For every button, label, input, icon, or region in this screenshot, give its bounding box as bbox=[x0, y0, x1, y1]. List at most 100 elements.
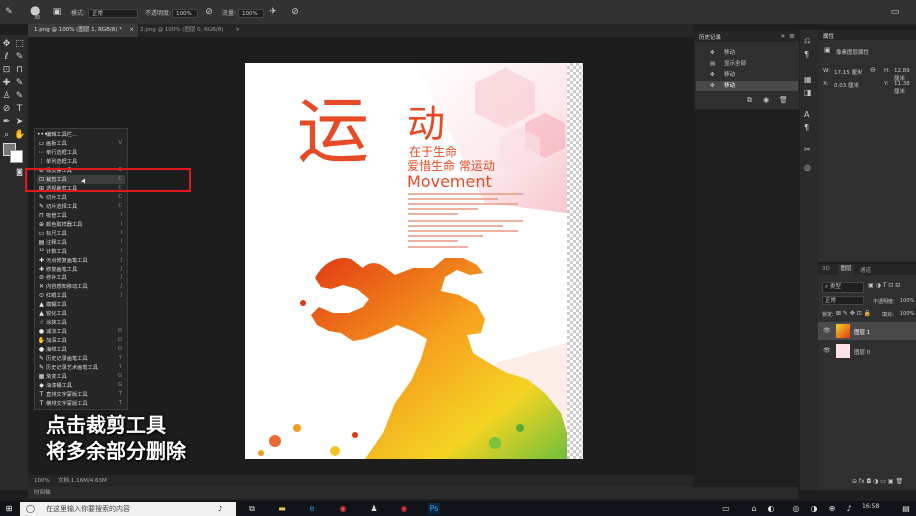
flyout-item[interactable]: ● 减淡工具 O bbox=[37, 327, 125, 336]
marquee-tool-icon[interactable]: ⬚ bbox=[14, 39, 25, 50]
browser-icon[interactable]: ◉ bbox=[337, 503, 349, 514]
camera-icon[interactable]: ◉ bbox=[763, 96, 769, 104]
stamp-tool-icon[interactable]: ♙ bbox=[1, 91, 12, 102]
flyout-item[interactable]: ⊕ 颜色取样器工具 I bbox=[37, 220, 125, 229]
flyout-item[interactable]: ▭ 画板工具 V bbox=[37, 139, 125, 148]
pressure-size-icon[interactable]: ⊘ bbox=[290, 7, 300, 17]
workspace-icon[interactable]: ▭ bbox=[890, 7, 900, 17]
flyout-item[interactable]: ⊓ 吸管工具 I bbox=[37, 211, 125, 220]
path-select-icon[interactable]: ➤ bbox=[14, 117, 25, 128]
flyout-item[interactable]: ⋮ 单列选框工具 bbox=[37, 157, 125, 166]
tray-icon[interactable]: ⊕ bbox=[826, 503, 838, 514]
taskbar-search-box[interactable]: ◯ 在这里输入你要搜索的内容 ♪ bbox=[20, 502, 236, 516]
history-panel-icon[interactable]: ⎌ bbox=[804, 36, 810, 46]
flyout-item[interactable]: ⋯ 单行选框工具 bbox=[37, 148, 125, 157]
tab-channels[interactable]: 通道 bbox=[860, 266, 871, 274]
properties-icon[interactable]: ▦ bbox=[804, 75, 812, 84]
flyout-item[interactable]: ▲ 模糊工具 bbox=[37, 300, 125, 309]
airbrush-icon[interactable]: ✈ bbox=[268, 7, 278, 17]
qq-icon[interactable]: ♟ bbox=[368, 503, 380, 514]
layer-footer-icons[interactable]: ⊖ fx ◘ ◑ ▭ ▣ 🗑 bbox=[852, 478, 903, 485]
windows-start-icon[interactable]: ⊞ bbox=[3, 503, 15, 514]
notification-icon[interactable]: ▤ bbox=[900, 503, 912, 514]
tab-layers[interactable]: 图层 bbox=[838, 264, 854, 275]
flyout-item[interactable]: ✚ 污点修复画笔工具 J bbox=[37, 256, 125, 265]
tray-app-icon[interactable]: ▭ bbox=[720, 503, 732, 514]
panel-menu-icon[interactable]: ≡ bbox=[789, 32, 795, 40]
trash-icon[interactable]: 🗑 bbox=[779, 96, 788, 104]
flyout-item[interactable]: ✎ 切片选择工具 C bbox=[37, 202, 125, 211]
flyout-item[interactable]: ▤ 注释工具 I bbox=[37, 238, 125, 247]
crop-tool-icon[interactable]: ⊡ bbox=[1, 65, 12, 76]
type-tool-icon[interactable]: T bbox=[14, 104, 25, 115]
flyout-item[interactable]: •••编辑工具栏... bbox=[37, 130, 125, 139]
flyout-item[interactable]: ☝ 涂抹工具 bbox=[37, 318, 125, 327]
flow-input[interactable]: 100% bbox=[238, 9, 264, 18]
layer-opacity-input[interactable]: 100% bbox=[900, 298, 914, 304]
hand-tool-icon[interactable]: ✋ bbox=[14, 130, 25, 141]
brush-tool-icon[interactable]: ✎ bbox=[14, 78, 25, 89]
flyout-item[interactable]: ✎ 历史记录艺术画笔工具 Y bbox=[37, 363, 125, 372]
y-input[interactable]: 11.38 厘米 bbox=[894, 81, 916, 95]
background-color-swatch[interactable] bbox=[10, 150, 23, 163]
pen-tool-icon[interactable]: ✒ bbox=[1, 117, 12, 128]
file-explorer-icon[interactable]: ▬ bbox=[276, 503, 288, 514]
layer-filter-select[interactable]: ⌕ 类型 bbox=[822, 282, 864, 293]
history-brush-icon[interactable]: ✎ bbox=[14, 91, 25, 102]
collapse-icon[interactable]: » bbox=[781, 32, 785, 40]
flyout-item[interactable]: ▭ 标尺工具 I bbox=[37, 229, 125, 238]
history-item[interactable]: ✥ 移动 bbox=[696, 70, 798, 80]
flyout-item[interactable]: ¹² 计数工具 I bbox=[37, 247, 125, 256]
brush-preset-icon[interactable]: ● bbox=[30, 4, 40, 16]
layer-row-selected[interactable]: 👁 图层 1 bbox=[818, 322, 916, 340]
layer-name[interactable]: 图层 1 bbox=[854, 328, 870, 336]
edge-browser-icon[interactable]: e bbox=[306, 503, 318, 514]
eye-icon[interactable]: 👁 bbox=[823, 327, 831, 334]
swatches-icon[interactable]: ◎ bbox=[804, 163, 811, 172]
mode-select[interactable]: 正常 bbox=[88, 9, 138, 18]
w-input[interactable]: 17.15 厘米 bbox=[834, 68, 863, 76]
eye-icon[interactable]: 👁 bbox=[823, 347, 831, 354]
tray-icon[interactable]: ◐ bbox=[765, 503, 777, 514]
flyout-item[interactable]: ✋加深工具 O bbox=[37, 336, 125, 345]
healing-tool-icon[interactable]: ✚ bbox=[1, 78, 12, 89]
snapshot-from-state-icon[interactable]: ⧉ bbox=[747, 96, 752, 105]
tray-icon[interactable]: ◑ bbox=[808, 503, 820, 514]
flyout-item[interactable]: ◆ 油漆桶工具 G bbox=[37, 381, 125, 390]
history-item-selected[interactable]: ✥ 移动 bbox=[696, 81, 798, 91]
flyout-item[interactable]: ✎ 历史记录画笔工具 Y bbox=[37, 354, 125, 363]
h-input[interactable]: 12.89 厘米 bbox=[894, 68, 916, 82]
tool-presets-icon[interactable]: ✂ bbox=[804, 145, 811, 154]
x-input[interactable]: 0.03 厘米 bbox=[834, 81, 859, 89]
lock-icons[interactable]: ⊠ ✎ ✥ ⊡ 🔒 bbox=[836, 310, 871, 317]
fill-input[interactable]: 100% bbox=[900, 311, 914, 317]
document-info[interactable]: 文档:1.16M/4.63M bbox=[58, 475, 107, 487]
layer-name[interactable]: 图层 0 bbox=[854, 348, 870, 356]
move-tool-icon[interactable]: ✥ bbox=[1, 39, 12, 50]
history-item[interactable]: ✥ 移动 bbox=[696, 48, 798, 58]
tray-network-icon[interactable]: ⌂ bbox=[748, 503, 760, 514]
flyout-item[interactable]: T 直排文字蒙版工具 T bbox=[37, 390, 125, 399]
timeline-panel-tab[interactable]: 时间轴 bbox=[28, 487, 798, 499]
layer-row[interactable]: 👁 图层 0 bbox=[818, 342, 916, 360]
paragraph-icon[interactable]: ¶ bbox=[804, 50, 809, 59]
document-canvas[interactable]: 运 动 在于生命 爱惜生命 常运动 Movement bbox=[245, 63, 583, 459]
brush-settings-icon[interactable]: ▣ bbox=[52, 7, 62, 17]
tray-icon[interactable]: ◎ bbox=[790, 503, 802, 514]
task-view-icon[interactable]: ⧉ bbox=[246, 503, 258, 514]
clock-time[interactable]: 16:58 bbox=[862, 503, 879, 510]
flyout-item[interactable]: ✕ 内容感知移动工具 J bbox=[37, 282, 125, 291]
pressure-opacity-icon[interactable]: ⊘ bbox=[204, 7, 214, 17]
quick-select-tool-icon[interactable]: ✎ bbox=[14, 52, 25, 63]
flyout-item[interactable]: ⊜ 修补工具 J bbox=[37, 273, 125, 282]
media-icon[interactable]: ◉ bbox=[398, 503, 410, 514]
lasso-tool-icon[interactable]: ℓ bbox=[1, 52, 12, 63]
photoshop-taskbar-icon[interactable]: Ps bbox=[428, 503, 440, 514]
adjustments-icon[interactable]: ◨ bbox=[804, 88, 812, 97]
zoom-level[interactable]: 100% bbox=[34, 475, 50, 487]
tab-close-icon[interactable]: × bbox=[235, 24, 240, 37]
character-icon[interactable]: A bbox=[804, 110, 809, 119]
paragraph-style-icon[interactable]: ¶ bbox=[804, 123, 809, 132]
zoom-tool-icon[interactable]: ⌕ bbox=[1, 130, 12, 141]
tab-2png[interactable]: 2.png @ 100% (图层 0, RGB/8) × bbox=[134, 24, 244, 37]
